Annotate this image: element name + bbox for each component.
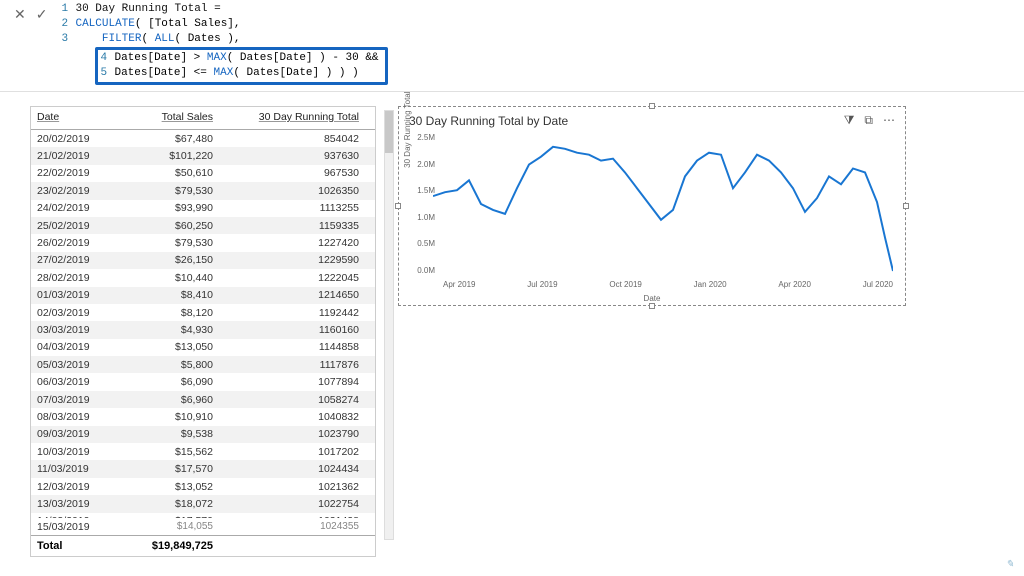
- table-row[interactable]: 25/02/2019$60,2501159335: [31, 217, 375, 234]
- table-row[interactable]: 23/02/2019$79,5301026350: [31, 182, 375, 199]
- table-row[interactable]: 01/03/2019$8,4101214650: [31, 287, 375, 304]
- y-axis-label: 30 Day Running Total: [403, 91, 412, 167]
- cancel-formula-icon[interactable]: ✕: [14, 6, 26, 23]
- focus-mode-icon[interactable]: ⧉: [864, 113, 873, 128]
- col-header-running-total[interactable]: 30 Day Running Total: [219, 107, 369, 129]
- table-header: Date Total Sales 30 Day Running Total: [31, 107, 375, 130]
- report-canvas: Date Total Sales 30 Day Running Total 20…: [0, 92, 1024, 557]
- chart-title: 30 Day Running Total by Date: [409, 114, 568, 128]
- commit-formula-icon[interactable]: ✓: [36, 6, 48, 23]
- filter-icon[interactable]: ⧩: [844, 113, 855, 128]
- table-row[interactable]: 08/03/2019$10,9101040832: [31, 408, 375, 425]
- table-row[interactable]: 02/03/2019$8,1201192442: [31, 304, 375, 321]
- table-row[interactable]: 14/03/2019$17,5701031428: [31, 513, 375, 518]
- table-row[interactable]: 24/02/2019$93,9901113255: [31, 200, 375, 217]
- col-header-date[interactable]: Date: [31, 107, 109, 129]
- table-body: 20/02/2019$67,48085404221/02/2019$101,22…: [31, 130, 375, 518]
- x-axis-label: Date: [644, 294, 661, 303]
- col-header-total-sales[interactable]: Total Sales: [109, 107, 219, 129]
- total-sales-value: $19,849,725: [109, 536, 219, 556]
- table-row[interactable]: 13/03/2019$18,0721022754: [31, 495, 375, 512]
- total-label: Total: [31, 536, 109, 556]
- table-row[interactable]: 05/03/2019$5,8001117876: [31, 356, 375, 373]
- table-total-row: Total $19,849,725: [31, 535, 375, 556]
- plot-area: [433, 133, 893, 275]
- x-axis-ticks: Apr 2019Jul 2019Oct 2019Jan 2020Apr 2020…: [443, 280, 893, 289]
- table-row[interactable]: 06/03/2019$6,0901077894: [31, 373, 375, 390]
- table-row[interactable]: 12/03/2019$13,0521021362: [31, 478, 375, 495]
- table-row[interactable]: 21/02/2019$101,220937630: [31, 147, 375, 164]
- highlighted-filter-condition: 4Dates[Date] > MAX( Dates[Date] ) - 30 &…: [95, 47, 387, 85]
- more-options-icon[interactable]: ⋯: [883, 113, 895, 128]
- table-row[interactable]: 10/03/2019$15,5621017202: [31, 443, 375, 460]
- table-row[interactable]: 09/03/2019$9,5381023790: [31, 426, 375, 443]
- table-scrollbar[interactable]: [384, 110, 394, 540]
- formula-bar: ✕ ✓ 130 Day Running Total =2CALCULATE( […: [0, 0, 1024, 92]
- line-chart-visual[interactable]: 30 Day Running Total by Date ⧩ ⧉ ⋯ 2.5M2…: [398, 106, 906, 306]
- table-row: 15/03/2019 $14,055 1024355: [31, 518, 375, 535]
- table-row[interactable]: 22/02/2019$50,610967530: [31, 165, 375, 182]
- table-row[interactable]: 26/02/2019$79,5301227420: [31, 234, 375, 251]
- dax-editor[interactable]: 130 Day Running Total =2CALCULATE( [Tota…: [61, 2, 387, 85]
- table-visual[interactable]: Date Total Sales 30 Day Running Total 20…: [30, 106, 376, 557]
- table-row[interactable]: 07/03/2019$6,9601058274: [31, 391, 375, 408]
- table-row[interactable]: 03/03/2019$4,9301160160: [31, 321, 375, 338]
- table-row[interactable]: 04/03/2019$13,0501144858: [31, 339, 375, 356]
- table-row[interactable]: 27/02/2019$26,1501229590: [31, 252, 375, 269]
- line-series: [433, 147, 893, 271]
- watermark: ✎: [1006, 559, 1014, 570]
- table-row[interactable]: 28/02/2019$10,4401222045: [31, 269, 375, 286]
- table-row[interactable]: 11/03/2019$17,5701024434: [31, 460, 375, 477]
- y-axis-ticks: 2.5M2.0M1.5M1.0M0.5M0.0M: [413, 133, 435, 275]
- table-row[interactable]: 20/02/2019$67,480854042: [31, 130, 375, 147]
